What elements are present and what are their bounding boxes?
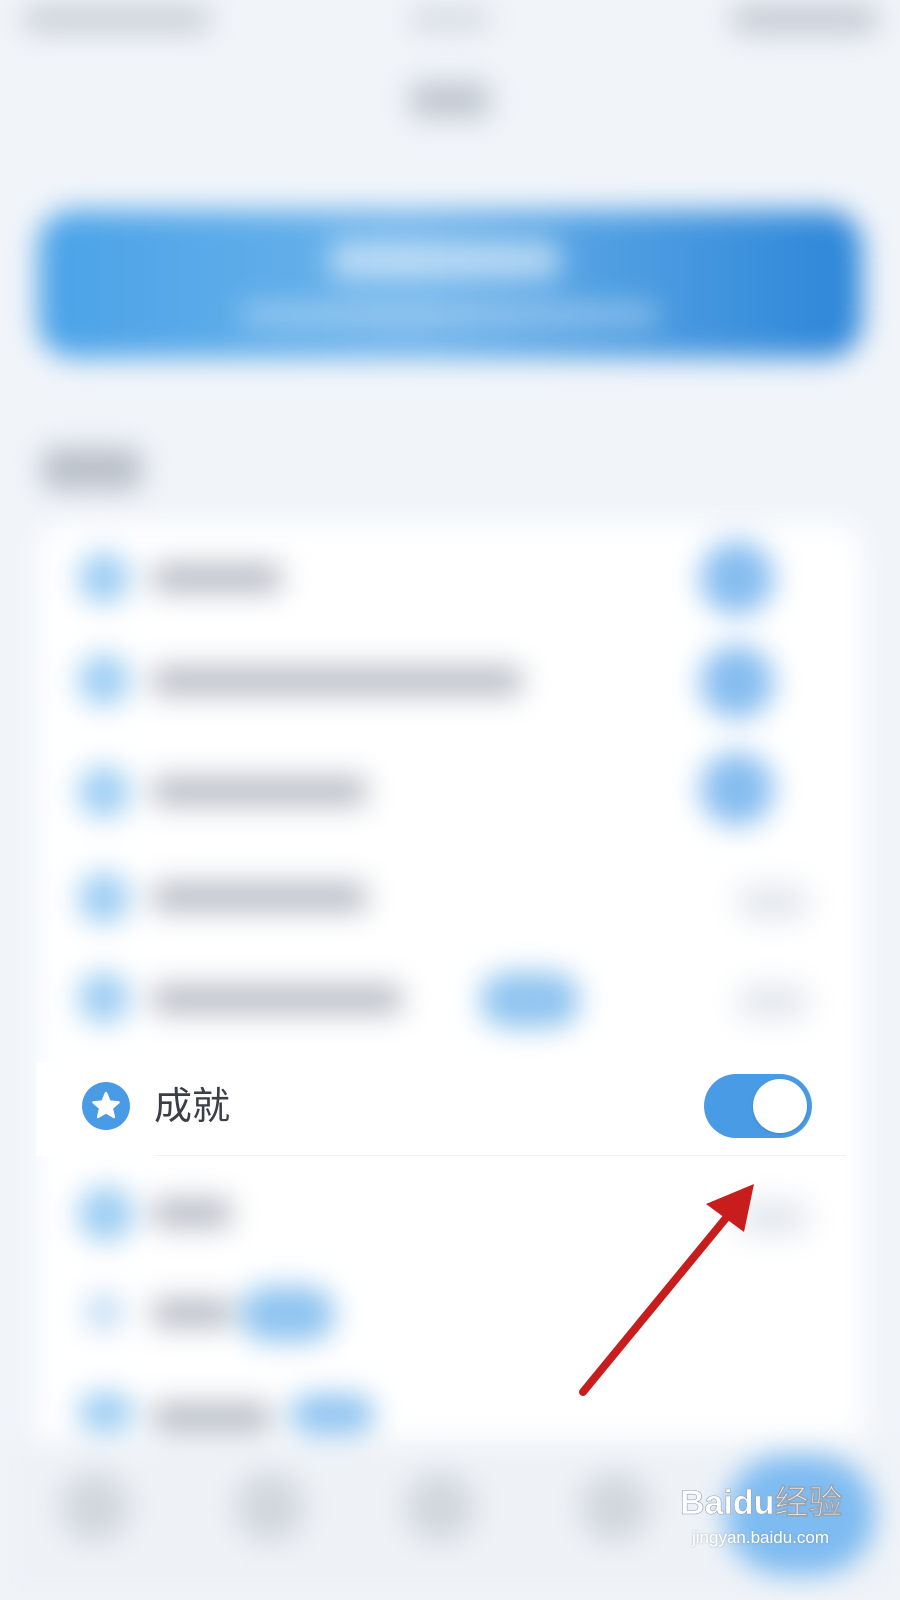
section-title (42, 448, 142, 490)
setting-toggle[interactable] (700, 752, 774, 826)
setting-toggle[interactable] (700, 645, 774, 719)
setting-badge (480, 972, 580, 1028)
status-bar-center (410, 8, 490, 30)
setting-badge (290, 1394, 375, 1434)
tab-icon[interactable] (235, 1472, 305, 1542)
tab-icon[interactable] (60, 1472, 130, 1542)
baidu-watermark: Baidu经验 jingyan.baidu.com (678, 1470, 843, 1560)
achievements-toggle[interactable] (704, 1074, 812, 1138)
setting-label (152, 563, 282, 593)
toggle-knob (753, 1079, 807, 1133)
tab-icon[interactable] (580, 1472, 650, 1542)
blurred-background (0, 0, 900, 1600)
setting-row-achievements[interactable]: 成就 (36, 1062, 846, 1156)
promo-banner[interactable] (38, 210, 862, 358)
setting-icon (78, 552, 130, 604)
setting-label (152, 1402, 272, 1432)
watermark-url: jingyan.baidu.com (691, 1528, 830, 1547)
setting-icon (78, 872, 130, 924)
setting-label (152, 882, 367, 912)
row-divider (154, 1155, 846, 1156)
page-title (410, 82, 490, 118)
baidu-paw-logo: Baidu经验 (680, 1483, 843, 1523)
promo-banner-subtitle (240, 305, 660, 325)
setting-toggle[interactable] (700, 541, 774, 615)
baidu-logo-text: Baidu经验 (680, 1483, 842, 1522)
setting-icon (78, 972, 130, 1024)
promo-banner-title (330, 240, 560, 280)
setting-icon (84, 1292, 124, 1332)
setting-label (152, 666, 522, 696)
setting-badge (240, 1286, 335, 1342)
setting-label (152, 776, 367, 806)
status-bar-left (22, 6, 212, 32)
star-icon (82, 1082, 130, 1130)
setting-label (152, 1198, 232, 1228)
setting-toggle[interactable] (736, 884, 810, 920)
setting-label-achievements: 成就 (154, 1084, 231, 1128)
setting-icon (78, 1392, 134, 1432)
setting-toggle[interactable] (736, 984, 810, 1020)
setting-icon (78, 654, 130, 706)
setting-label (152, 1298, 232, 1328)
setting-label (152, 984, 402, 1014)
setting-icon (78, 1186, 134, 1242)
tab-icon[interactable] (405, 1472, 475, 1542)
setting-icon (78, 766, 130, 818)
setting-toggle[interactable] (736, 1200, 810, 1236)
status-bar-right (730, 4, 880, 34)
